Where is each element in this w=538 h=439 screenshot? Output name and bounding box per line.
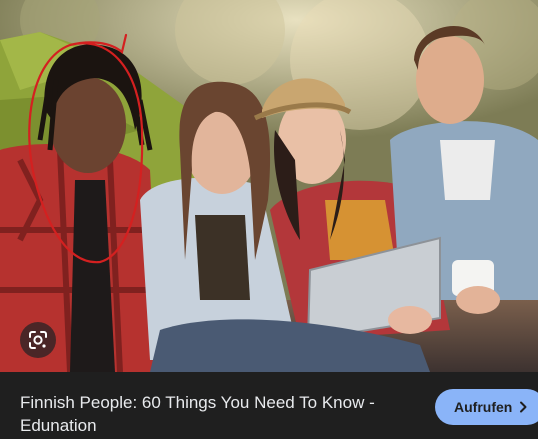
chevron-right-icon: [518, 401, 528, 413]
visit-button-label: Aufrufen: [454, 399, 513, 415]
result-title-link[interactable]: Finnish People: 60 Things You Need To Kn…: [20, 391, 420, 437]
result-footer: Finnish People: 60 Things You Need To Kn…: [0, 372, 538, 439]
visit-button[interactable]: Aufrufen: [435, 389, 538, 425]
image-preview-panel: Finnish People: 60 Things You Need To Kn…: [0, 0, 538, 439]
preview-image[interactable]: [0, 0, 538, 372]
google-lens-button[interactable]: [20, 322, 56, 358]
google-lens-icon: [29, 331, 47, 349]
